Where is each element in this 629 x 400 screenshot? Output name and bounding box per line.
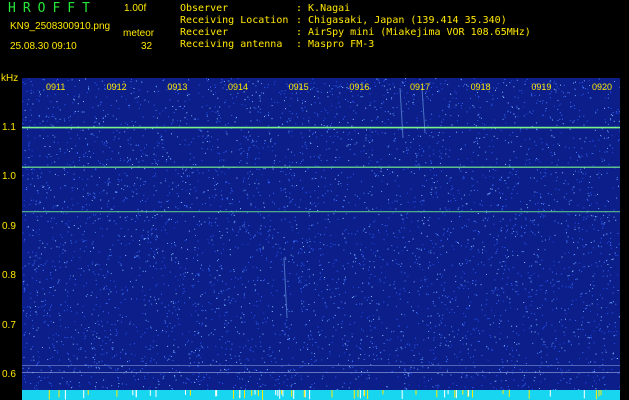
level-mark	[293, 390, 295, 399]
info-value: : K.Nagai	[296, 3, 351, 14]
level-mark	[132, 390, 134, 396]
level-mark	[244, 390, 245, 399]
level-mark	[239, 390, 241, 398]
level-mark	[254, 390, 256, 395]
level-mark	[233, 390, 234, 399]
level-mark	[135, 390, 137, 397]
spectrogram-noise	[22, 78, 620, 390]
time-tick-label: 0915	[288, 82, 309, 92]
app-version: 1.00f	[124, 3, 147, 14]
level-mark	[304, 390, 306, 398]
level-mark	[216, 390, 218, 397]
level-mark	[462, 390, 464, 395]
level-mark	[447, 390, 449, 395]
info-key: Receiving antenna	[180, 39, 283, 50]
level-mark	[303, 390, 305, 398]
level-mark	[598, 390, 600, 397]
header-panel: HROFFT 1.00f KN9_2508300910.png meteor 2…	[0, 0, 629, 78]
level-mark	[549, 390, 551, 397]
time-tick-label: 0917	[410, 82, 431, 92]
y-axis-unit: kHz	[1, 73, 19, 84]
app-title: HROFFT	[8, 1, 97, 16]
meteor-echo	[421, 87, 426, 134]
level-mark	[155, 390, 157, 397]
level-mark	[149, 390, 151, 396]
level-mark	[277, 390, 279, 397]
level-mark	[382, 390, 384, 395]
echo-count: 32	[141, 41, 153, 52]
level-mark	[600, 390, 602, 396]
frequency-tick-label: 0.6	[2, 369, 16, 381]
time-tick-label: 0911	[46, 82, 66, 92]
level-mark	[595, 390, 597, 400]
time-tick-label: 0912	[106, 82, 127, 92]
level-mark	[454, 390, 456, 398]
frequency-tick-label: 0.8	[2, 270, 16, 282]
frequency-tick-label: 1.1	[2, 121, 16, 133]
level-mark	[281, 390, 283, 395]
level-mark	[331, 390, 333, 398]
level-mark	[64, 390, 66, 400]
level-mark	[189, 390, 191, 396]
level-mark	[185, 390, 186, 395]
info-value: : Chigasaki, Japan (139.414 35.340)	[296, 15, 507, 26]
level-mark	[279, 390, 281, 399]
time-tick-label: 0914	[228, 82, 249, 92]
level-mark	[367, 390, 369, 400]
level-mark	[508, 390, 510, 397]
frequency-tick-label: 1.0	[2, 171, 16, 183]
level-mark	[48, 390, 50, 400]
level-mark	[251, 390, 253, 396]
level-mark	[472, 390, 473, 398]
level-mark	[455, 390, 457, 399]
info-key: Receiving Location	[180, 15, 289, 26]
level-mark	[528, 390, 530, 399]
level-mark	[309, 390, 311, 400]
info-key: Receiver	[180, 27, 229, 38]
level-mark	[275, 390, 277, 396]
level-mark	[87, 390, 89, 395]
level-mark	[83, 390, 85, 399]
level-mark	[436, 390, 438, 398]
level-mark	[215, 390, 217, 397]
level-mark	[359, 390, 361, 399]
level-mark	[502, 390, 504, 395]
info-key: Observer	[180, 3, 229, 14]
spectrogram-plot[interactable]	[22, 78, 620, 390]
time-tick-label: 0919	[531, 82, 552, 92]
frequency-tick-label: 0.9	[2, 220, 16, 232]
mode-label: meteor	[123, 28, 155, 39]
file-name: KN9_2508300910.png	[10, 21, 111, 32]
level-mark	[357, 390, 359, 398]
level-mark	[583, 390, 585, 399]
info-value: : Maspro FM-3	[296, 39, 375, 50]
level-mark	[444, 390, 446, 398]
level-mark	[291, 390, 293, 397]
time-tick-label: 0916	[349, 82, 370, 92]
level-mark	[282, 390, 284, 397]
time-tick-label: 0918	[470, 82, 491, 92]
time-tick-label: 0920	[592, 82, 613, 92]
level-mark	[58, 390, 60, 398]
meteor-echo	[283, 257, 288, 319]
info-value: : AirSpy mini (Miakejima VOR 108.65MHz)	[296, 27, 531, 38]
signal-level-marks	[48, 390, 602, 400]
level-mark	[353, 390, 355, 399]
level-mark	[262, 390, 263, 400]
level-mark	[468, 390, 470, 397]
level-mark	[415, 390, 417, 395]
signal-level-bar	[22, 390, 620, 400]
level-mark	[364, 390, 366, 397]
level-mark	[257, 390, 259, 397]
frequency-tick-label: 0.7	[2, 319, 16, 331]
level-mark	[116, 390, 118, 397]
level-mark	[401, 390, 403, 399]
time-tick-label: 0913	[167, 82, 188, 92]
date-time: 25.08.30 09:10	[10, 41, 77, 52]
meteor-echo	[399, 87, 404, 139]
